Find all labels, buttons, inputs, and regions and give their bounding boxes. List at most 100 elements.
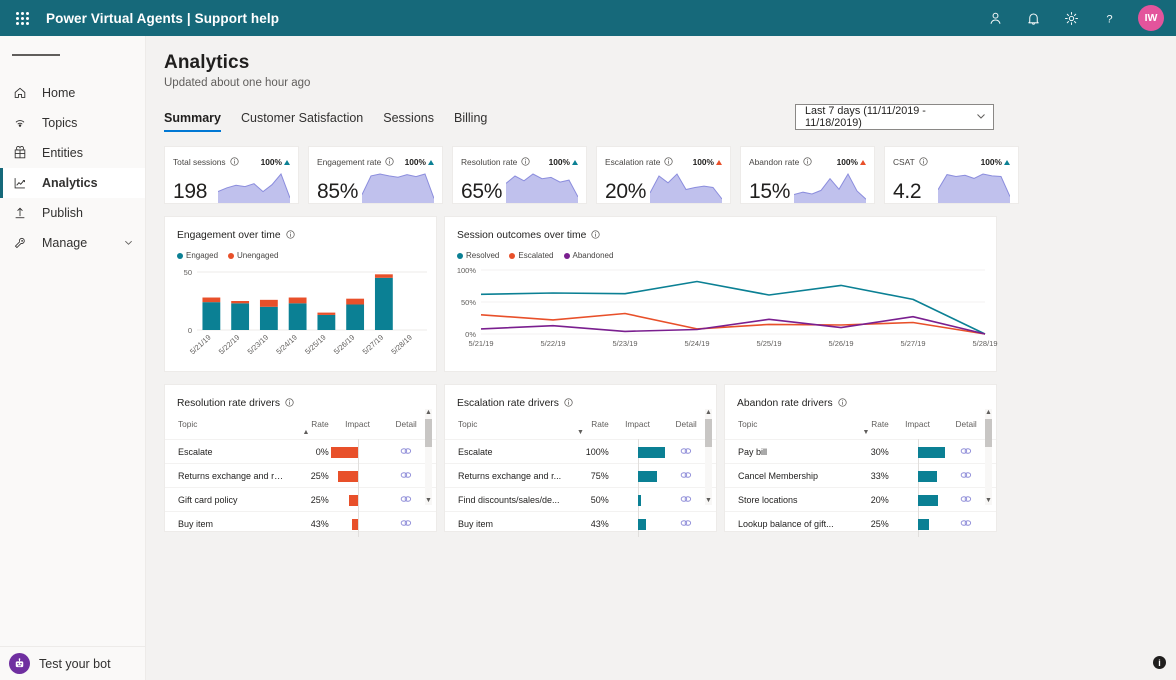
cell-detail[interactable] [386,446,426,458]
gear-icon[interactable] [1060,7,1082,29]
detail-link-icon[interactable] [400,494,412,506]
column-header-topic[interactable]: Topic [738,419,843,429]
kpi-card-resolution-rate[interactable]: Resolution rate 100% 65% [452,146,587,204]
table-row[interactable]: Buy item 43% [165,510,436,537]
scroll-down-icon[interactable]: ▼ [425,497,432,505]
table-row[interactable]: Store locations 20% [725,486,996,513]
detail-link-icon[interactable] [960,494,972,506]
cell-detail[interactable] [946,446,986,458]
bell-icon[interactable] [1022,7,1044,29]
cell-detail[interactable] [666,518,706,530]
kpi-card-engagement-rate[interactable]: Engagement rate 100% 85% [308,146,443,204]
legend-item[interactable]: Abandoned [563,251,613,260]
scroll-down-icon[interactable]: ▼ [985,497,992,505]
table-row[interactable]: Returns exchange and re... 25% [165,462,436,489]
column-header-rate[interactable]: Rate ▲ [283,419,329,436]
person-icon[interactable] [984,7,1006,29]
cell-detail[interactable] [386,470,426,482]
table-row[interactable]: Find discounts/sales/de... 50% [445,486,716,513]
detail-link-icon[interactable] [960,470,972,482]
column-header-detail[interactable]: Detail [946,419,986,429]
app-launcher-icon[interactable] [8,0,36,36]
detail-link-icon[interactable] [400,470,412,482]
sidebar-item-topics[interactable]: Topics [0,108,145,138]
column-header-impact[interactable]: Impact [329,419,387,429]
table-row[interactable]: Gift card policy 25% [165,486,436,513]
legend-item[interactable]: Escalated [509,251,554,260]
scroll-up-icon[interactable]: ▲ [985,409,992,417]
cell-detail[interactable] [386,518,426,530]
tab-sessions[interactable]: Sessions [383,111,434,132]
tab-summary[interactable]: Summary [164,111,221,132]
kpi-card-total-sessions[interactable]: Total sessions 100% 198 [164,146,299,204]
detail-link-icon[interactable] [680,494,692,506]
info-icon[interactable] [521,153,530,171]
kpi-card-abandon-rate[interactable]: Abandon rate 100% 15% [740,146,875,204]
detail-link-icon[interactable] [960,518,972,530]
test-your-bot-button[interactable]: Test your bot [0,646,145,680]
detail-link-icon[interactable] [680,518,692,530]
help-icon[interactable]: ? [1098,7,1120,29]
table-row[interactable]: Escalate 0% [165,438,436,465]
column-header-topic[interactable]: Topic ▼ [458,419,584,436]
column-header-rate[interactable]: Rate ▼ [843,419,889,436]
info-icon[interactable] [385,153,394,171]
sidebar-item-entities[interactable]: Entities [0,138,145,168]
table-row[interactable]: Returns exchange and r... 75% [445,462,716,489]
column-header-impact[interactable]: Impact [609,419,667,429]
column-header-rate[interactable]: Rate [563,419,609,429]
table-row[interactable]: Buy item 43% [445,510,716,537]
info-icon[interactable] [285,394,294,412]
table-scrollbar[interactable]: ▲ ▼ [425,409,432,505]
chevron-down-icon[interactable] [124,236,133,250]
detail-link-icon[interactable] [960,446,972,458]
scroll-thumb[interactable] [425,419,432,447]
scroll-down-icon[interactable]: ▼ [705,497,712,505]
detail-link-icon[interactable] [680,446,692,458]
column-header-detail[interactable]: Detail [386,419,426,429]
scroll-thumb[interactable] [985,419,992,447]
table-row[interactable]: Escalate 100% [445,438,716,465]
avatar[interactable]: IW [1138,5,1164,31]
date-range-selector[interactable]: Last 7 days (11/11/2019 - 11/18/2019) [795,104,994,130]
scroll-thumb[interactable] [705,419,712,447]
cell-detail[interactable] [666,446,706,458]
column-header-topic[interactable]: Topic [178,419,283,429]
sidebar-item-publish[interactable]: Publish [0,198,145,228]
scroll-up-icon[interactable]: ▲ [705,409,712,417]
info-icon[interactable] [803,153,812,171]
tab-billing[interactable]: Billing [454,111,487,132]
info-icon[interactable] [564,394,573,412]
cell-detail[interactable] [386,494,426,506]
detail-link-icon[interactable] [400,446,412,458]
cell-detail[interactable] [946,470,986,482]
column-header-detail[interactable]: Detail [666,419,706,429]
table-scrollbar[interactable]: ▲ ▼ [705,409,712,505]
sidebar-item-manage[interactable]: Manage [0,228,145,258]
table-row[interactable]: Lookup balance of gift... 25% [725,510,996,537]
info-icon[interactable] [229,153,239,171]
info-icon[interactable] [285,226,295,244]
info-icon[interactable] [837,394,847,412]
cell-detail[interactable] [946,518,986,530]
info-icon[interactable] [664,153,674,171]
sidebar-item-home[interactable]: Home [0,78,145,108]
cell-detail[interactable] [666,470,706,482]
legend-item[interactable]: Engaged [177,251,218,260]
column-header-impact[interactable]: Impact [889,419,947,429]
kpi-card-escalation-rate[interactable]: Escalation rate 100% 20% [596,146,731,204]
legend-item[interactable]: Unengaged [228,251,278,260]
sidebar-item-analytics[interactable]: Analytics [0,168,145,198]
info-icon[interactable] [591,226,600,244]
tab-customer-satisfaction[interactable]: Customer Satisfaction [241,111,363,132]
info-icon[interactable] [919,153,928,171]
kpi-card-csat[interactable]: CSAT 100% 4.2 [884,146,1019,204]
cell-detail[interactable] [946,494,986,506]
table-scrollbar[interactable]: ▲ ▼ [985,409,992,505]
table-row[interactable]: Cancel Membership 33% [725,462,996,489]
cell-detail[interactable] [666,494,706,506]
menu-icon[interactable] [0,36,145,74]
detail-link-icon[interactable] [400,518,412,530]
scroll-up-icon[interactable]: ▲ [425,409,432,417]
help-fab-button[interactable]: i [1153,656,1166,669]
